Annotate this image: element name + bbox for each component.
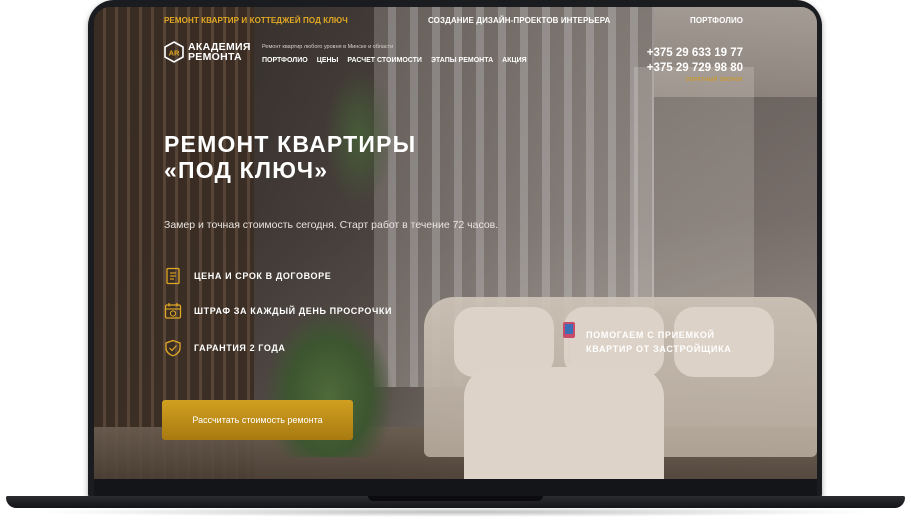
laptop-shadow [30,507,881,517]
main-nav: ПОРТФОЛИО ЦЕНЫ РАСЧЕТ СТОИМОСТИ ЭТАПЫ РЕ… [262,57,527,64]
topbar-renovation-link[interactable]: РЕМОНТ КВАРТИР И КОТТЕДЖЕЙ ПОД КЛЮЧ [164,16,348,25]
promo-line2: КВАРТИР ОТ ЗАСТРОЙЩИКА [586,344,732,354]
screen-bezel-bottom [94,479,817,496]
shield-icon [165,339,181,357]
site-logo[interactable]: AR АКАДЕМИЯ РЕМОНТА [164,41,251,63]
nav-item-portfolio[interactable]: ПОРТФОЛИО [262,57,308,64]
logo-line2: РЕМОНТА [188,51,242,63]
logo-hexagon-icon: AR [164,41,184,63]
topbar-design-link[interactable]: СОЗДАНИЕ ДИЗАЙН-ПРОЕКТОВ ИНТЕРЬЕРА [428,16,610,25]
callback-link[interactable]: ОБРАТНЫЙ ЗВОНОК [686,77,743,83]
calendar-icon [164,303,182,319]
document-icon [166,267,180,285]
nav-item-stages[interactable]: ЭТАПЫ РЕМОНТА [431,57,493,64]
hero-title-line1: РЕМОНТ КВАРТИРЫ [164,131,417,157]
laptop-notch [368,496,543,501]
hero-subtitle: Замер и точная стоимость сегодня. Старт … [164,219,499,231]
feature-label: ШТРАФ ЗА КАЖДЫЙ ДЕНЬ ПРОСРОЧКИ [194,306,393,316]
feature-label: ЦЕНА И СРОК В ДОГОВОРЕ [194,271,332,281]
hero-title: РЕМОНТ КВАРТИРЫ «ПОД КЛЮЧ» [164,131,416,183]
feature-contract: ЦЕНА И СРОК В ДОГОВОРЕ [164,267,331,285]
armchair-decor [464,367,664,479]
calculate-cost-button[interactable]: Рассчитать стоимость ремонта [162,400,353,440]
feature-penalty: ШТРАФ ЗА КАЖДЫЙ ДЕНЬ ПРОСРОЧКИ [164,302,392,320]
phone-number-1[interactable]: +375 29 633 19 77 [647,46,743,61]
phone-block: +375 29 633 19 77 +375 29 729 98 80 [647,46,743,76]
feature-label: ГАРАНТИЯ 2 ГОДА [194,343,286,353]
website-screen: РЕМОНТ КВАРТИР И КОТТЕДЖЕЙ ПОД КЛЮЧ СОЗД… [94,7,817,479]
promo-acceptance[interactable]: ПОМОГАЕМ С ПРИЕМКОЙ КВАРТИР ОТ ЗАСТРОЙЩИ… [562,320,731,364]
nav-item-prices[interactable]: ЦЕНЫ [317,57,339,64]
building-pin-icon [563,322,575,363]
hero-title-line2: «ПОД КЛЮЧ» [164,157,329,183]
promo-line1: ПОМОГАЕМ С ПРИЕМКОЙ [586,330,715,340]
nav-item-promo[interactable]: АКЦИЯ [502,57,527,64]
phone-number-2[interactable]: +375 29 729 98 80 [647,61,743,76]
nav-item-calculate[interactable]: РАСЧЕТ СТОИМОСТИ [347,57,422,64]
topbar-portfolio-link[interactable]: ПОРТФОЛИО [690,16,743,25]
site-tagline: Ремонт квартир любого уровня в Минске и … [262,44,394,50]
feature-warranty: ГАРАНТИЯ 2 ГОДА [164,339,285,357]
svg-text:AR: AR [169,49,180,58]
